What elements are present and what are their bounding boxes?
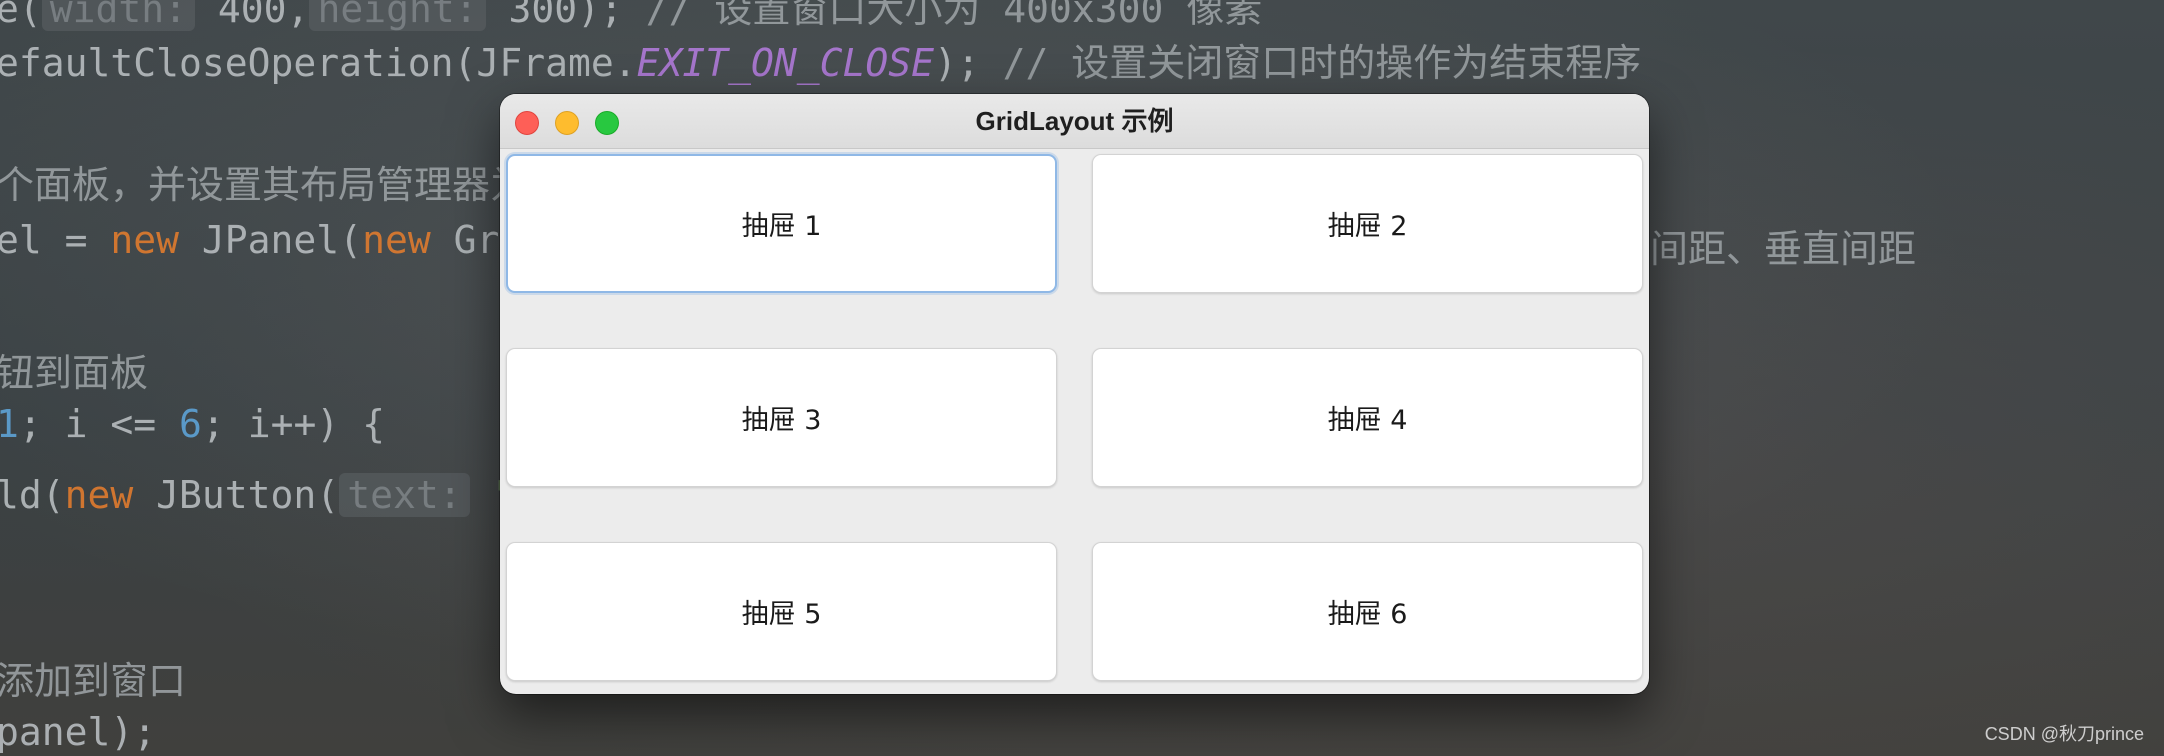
code-line-5: 钮到面板 <box>0 351 149 395</box>
drawer-button-5[interactable]: 抽屉 5 <box>506 542 1057 681</box>
drawer-button-1[interactable]: 抽屉 1 <box>506 154 1057 293</box>
drawer-button-2[interactable]: 抽屉 2 <box>1092 154 1643 293</box>
code-line-1: e(width: 400, height: 300); // 设置窗口大小为 40… <box>0 0 1262 33</box>
csdn-watermark: CSDN @秋刀prince <box>1984 724 2144 744</box>
window-title: GridLayout 示例 <box>975 106 1174 136</box>
code-line-4-tail: 间距、垂直间距 <box>1650 227 1917 271</box>
drawer-button-6[interactable]: 抽屉 6 <box>1092 542 1643 681</box>
drawer-button-3[interactable]: 抽屉 3 <box>506 348 1057 487</box>
code-line-8: 添加到窗口 <box>0 659 187 703</box>
drawer-button-4[interactable]: 抽屉 4 <box>1092 348 1643 487</box>
code-line-3: 个面板，并设置其布局管理器为 <box>0 163 529 207</box>
button-grid: 抽屉 1 抽屉 2 抽屉 3 抽屉 4 抽屉 5 抽屉 6 <box>506 154 1643 688</box>
code-line-9: panel); <box>0 710 157 754</box>
title-bar[interactable]: GridLayout 示例 <box>500 94 1649 149</box>
code-line-2: efaultCloseOperation(JFrame.EXIT_ON_CLOS… <box>0 41 1642 85</box>
gridlayout-window: GridLayout 示例 抽屉 1 抽屉 2 抽屉 3 抽屉 4 抽屉 5 抽… <box>500 94 1649 694</box>
code-line-6: 1; i <= 6; i++) { <box>0 402 385 446</box>
